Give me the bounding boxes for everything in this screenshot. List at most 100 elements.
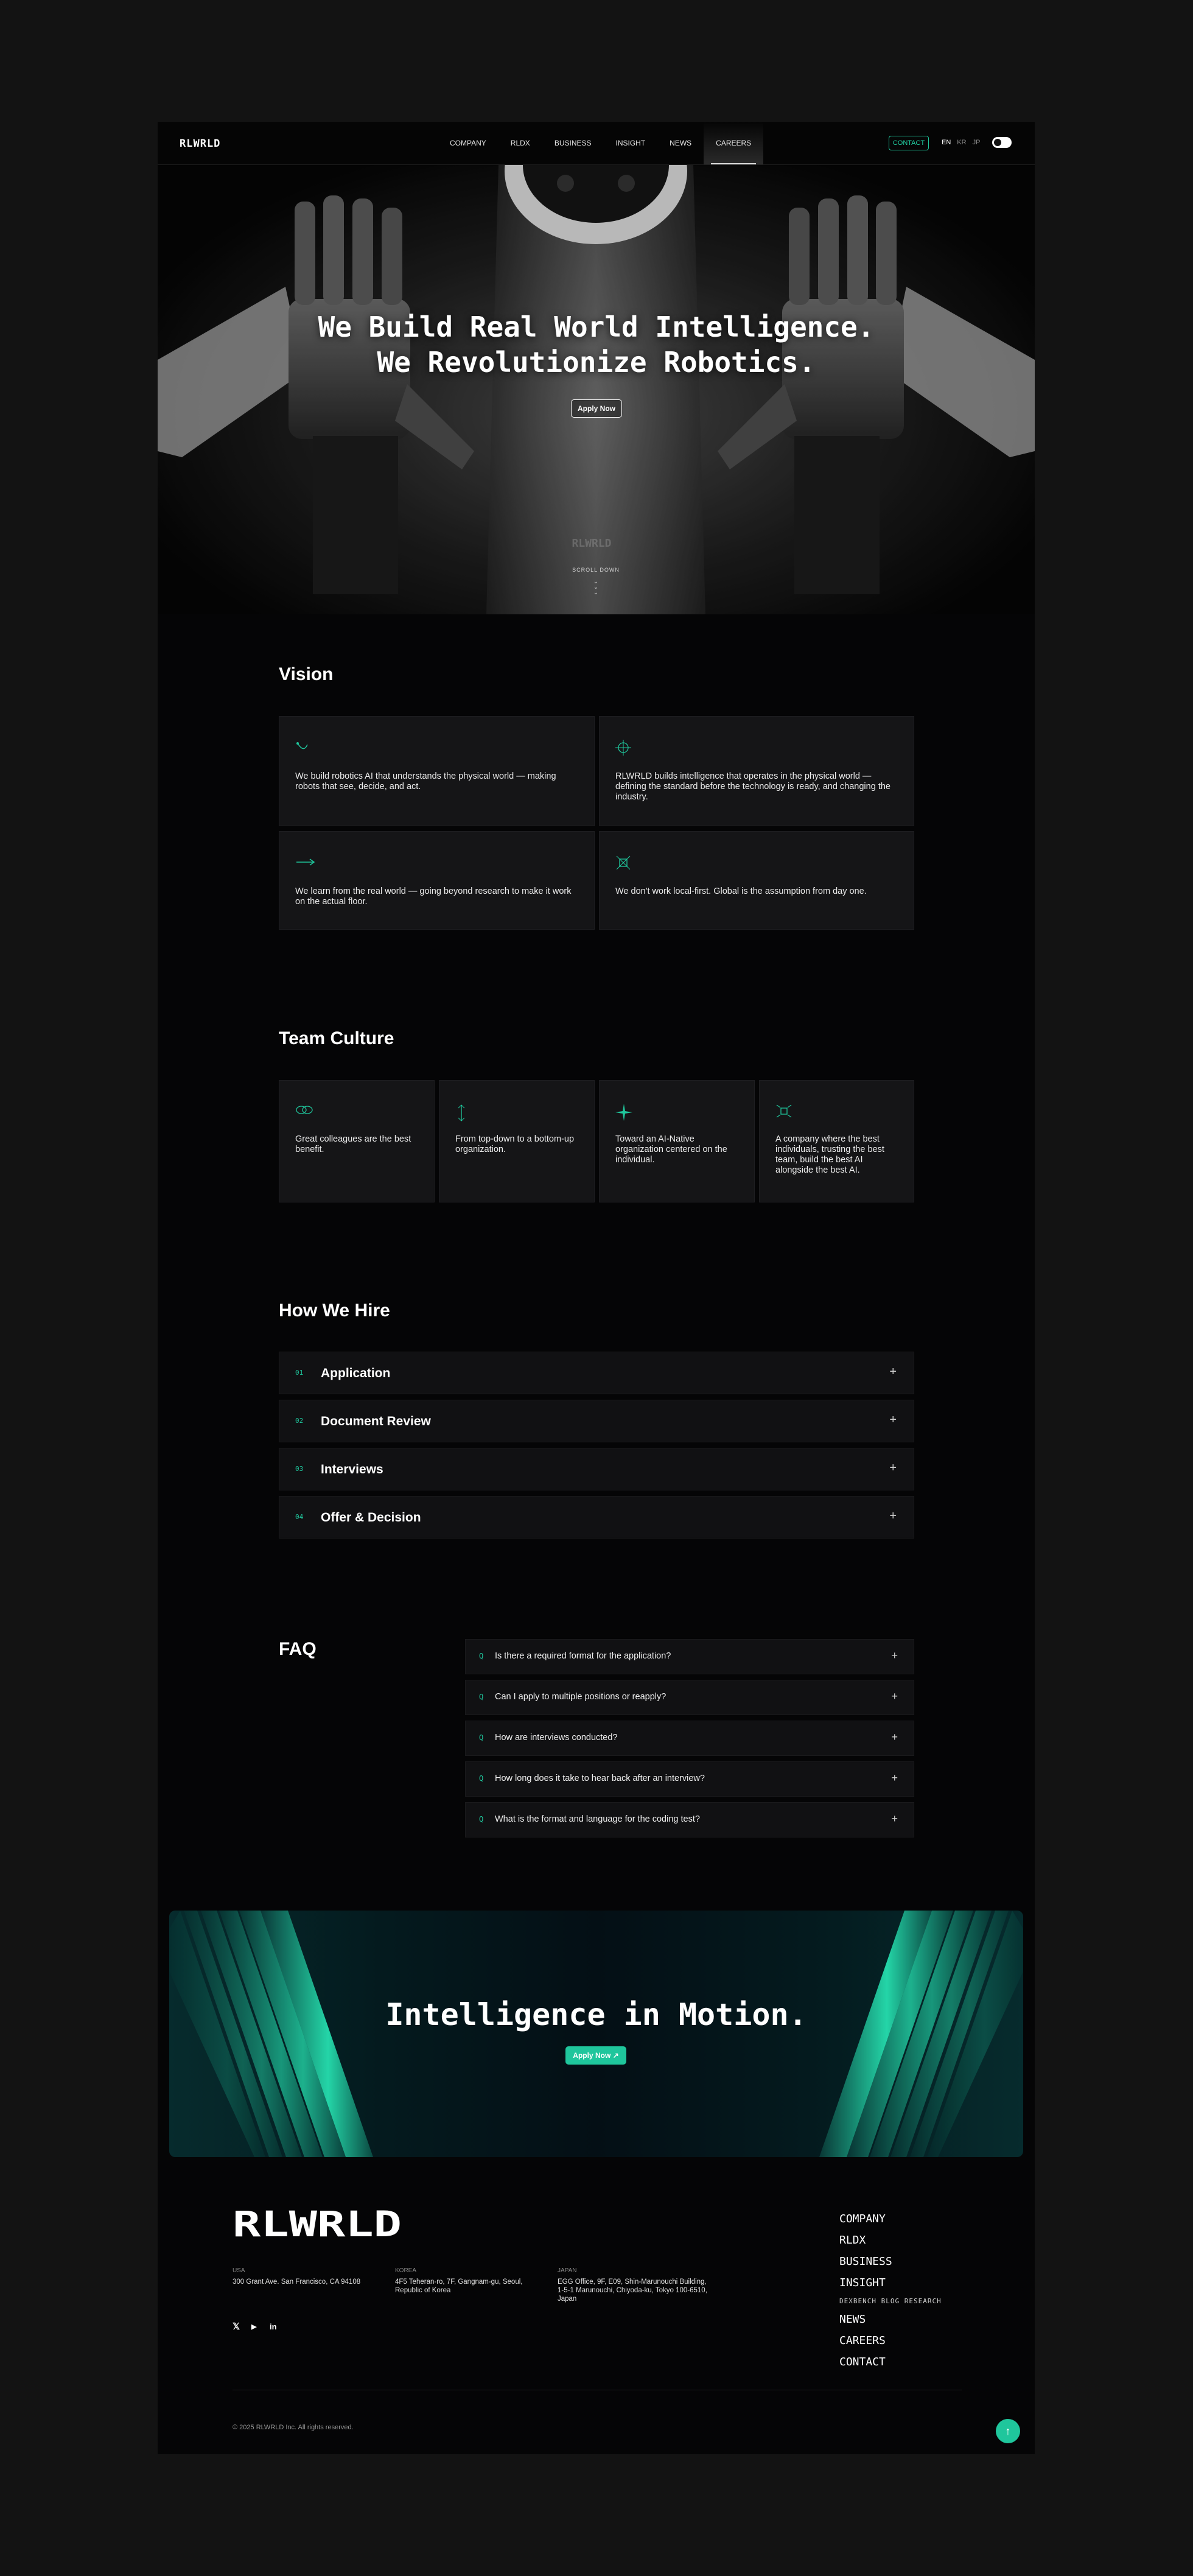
hire-title: How We Hire xyxy=(279,1300,390,1321)
footer-links: COMPANY RLDX BUSINESS INSIGHT DEXBENCH B… xyxy=(839,2211,942,2376)
faq-q-marker: Q xyxy=(479,1693,484,1701)
copyright: © 2025 RLWRLD Inc. All rights reserved. xyxy=(233,2424,354,2431)
faq-item[interactable]: Q Is there a required format for the app… xyxy=(465,1639,914,1674)
x-icon[interactable]: 𝕏 xyxy=(233,2321,240,2332)
contact-button[interactable]: CONTACT xyxy=(889,136,929,150)
plus-icon[interactable]: + xyxy=(891,1772,898,1785)
faq-q-marker: Q xyxy=(479,1652,484,1660)
vision-card: We build robotics AI that understands th… xyxy=(279,716,595,826)
footer-logo[interactable]: RLWRLD xyxy=(233,2209,403,2241)
footer-link-business[interactable]: BUSINESS xyxy=(839,2254,942,2275)
nav-item-insight[interactable]: INSIGHT xyxy=(604,122,658,164)
footer-logo-text: RLWRLD xyxy=(233,2209,402,2241)
footer-link-careers[interactable]: CAREERS xyxy=(839,2333,942,2354)
arrow-right-icon xyxy=(296,858,315,866)
target-icon xyxy=(616,855,631,870)
faq-question: What is the format and language for the … xyxy=(495,1814,700,1824)
footer-link-contact[interactable]: CONTACT xyxy=(839,2354,942,2376)
nav-item-careers[interactable]: CAREERS xyxy=(704,122,764,164)
culture-card: Great colleagues are the best benefit. xyxy=(279,1080,435,1202)
culture-title: Team Culture xyxy=(279,1028,394,1048)
vision-card: We don't work local-first. Global is the… xyxy=(599,831,914,930)
plus-icon[interactable]: + xyxy=(891,1690,898,1703)
vision-card-text: We build robotics AI that understands th… xyxy=(295,771,556,791)
arrow-up-right-icon: ↗ xyxy=(612,2051,619,2060)
crosshair-icon xyxy=(615,740,631,756)
lang-en[interactable]: EN xyxy=(942,139,951,146)
faq-item[interactable]: Q How are interviews conducted? + xyxy=(465,1721,914,1756)
culture-card: A company where the best individuals, tr… xyxy=(759,1080,914,1202)
culture-card-text: Toward an AI-Native organization centere… xyxy=(615,1134,727,1165)
hire-step-number: 02 xyxy=(295,1417,304,1425)
theme-toggle[interactable] xyxy=(992,137,1012,148)
plus-icon[interactable]: + xyxy=(891,1649,898,1662)
hire-step-interviews[interactable]: 03 Interviews + xyxy=(279,1448,914,1490)
culture-card-text: Great colleagues are the best benefit. xyxy=(295,1134,411,1154)
vision-card-text: RLWRLD builds intelligence that operates… xyxy=(615,771,890,802)
footer-link-news[interactable]: NEWS xyxy=(839,2312,942,2333)
chevron-down-icon[interactable]: ⌄ ⌄ ⌄ xyxy=(591,579,601,596)
office-address-usa: 300 Grant Ave. San Francisco, CA 94108 xyxy=(233,2278,361,2286)
cta-banner: Intelligence in Motion. Apply Now ↗ xyxy=(169,1911,1023,2157)
faq-question: Can I apply to multiple positions or rea… xyxy=(495,1692,666,1702)
hire-step-label: Offer & Decision xyxy=(321,1511,421,1525)
faq-item[interactable]: Q What is the format and language for th… xyxy=(465,1802,914,1837)
office-region-korea: KOREA xyxy=(395,2267,417,2274)
hire-step-number: 03 xyxy=(295,1465,304,1473)
hire-step-number: 04 xyxy=(295,1513,304,1521)
logo[interactable]: RLWRLD xyxy=(180,138,220,150)
vision-card-text: We don't work local-first. Global is the… xyxy=(615,886,867,896)
faq-item[interactable]: Q Can I apply to multiple positions or r… xyxy=(465,1680,914,1715)
footer-link-insight-sub[interactable]: DEXBENCH BLOG RESEARCH xyxy=(839,2297,942,2312)
nav-item-rldx[interactable]: RLDX xyxy=(499,122,542,164)
language-switcher: EN KR JP xyxy=(942,139,980,146)
plus-icon[interactable]: + xyxy=(889,1461,897,1475)
vision-card-text: We learn from the real world — going bey… xyxy=(295,886,572,907)
scroll-down-label[interactable]: SCROLL DOWN xyxy=(559,567,632,573)
nav-item-news[interactable]: NEWS xyxy=(657,122,704,164)
plus-icon[interactable]: + xyxy=(891,1731,898,1744)
careers-page: RLWRLD COMPANY RLDX BUSINESS INSIGHT NEW… xyxy=(158,122,1035,2454)
link-icon xyxy=(296,1106,313,1114)
expand-icon xyxy=(776,1104,792,1118)
faq-q-marker: Q xyxy=(479,1774,484,1783)
hire-step-document-review[interactable]: 02 Document Review + xyxy=(279,1400,914,1442)
plus-icon[interactable]: + xyxy=(889,1413,897,1427)
hire-step-number: 01 xyxy=(295,1369,304,1377)
lang-kr[interactable]: KR xyxy=(957,139,966,146)
office-address-korea: 4F5 Teheran-ro, 7F, Gangnam-gu, Seoul, R… xyxy=(395,2278,523,2294)
faq-q-marker: Q xyxy=(479,1733,484,1742)
hire-step-offer[interactable]: 04 Offer & Decision + xyxy=(279,1496,914,1539)
diagonal-stripes-decoration xyxy=(169,1911,1023,2157)
scroll-to-top-button[interactable]: ↑ xyxy=(996,2419,1020,2443)
hero-title-line2: We Revolutionize Robotics. xyxy=(377,346,816,379)
footer-link-insight[interactable]: INSIGHT xyxy=(839,2275,942,2297)
linkedin-icon[interactable]: in xyxy=(270,2322,277,2331)
footer-link-rldx[interactable]: RLDX xyxy=(839,2233,942,2254)
culture-card-text: From top-down to a bottom-up organizatio… xyxy=(455,1134,575,1154)
hire-step-label: Interviews xyxy=(321,1462,383,1476)
footer-link-company[interactable]: COMPANY xyxy=(839,2211,942,2233)
vertical-arrows-icon xyxy=(458,1104,465,1121)
hire-step-label: Document Review xyxy=(321,1414,431,1428)
youtube-icon[interactable]: ▶ xyxy=(251,2323,256,2331)
plus-icon[interactable]: + xyxy=(891,1813,898,1825)
lang-jp[interactable]: JP xyxy=(973,139,981,146)
nav-item-company[interactable]: COMPANY xyxy=(438,122,499,164)
hero-apply-button[interactable]: Apply Now xyxy=(571,399,622,418)
faq-question: Is there a required format for the appli… xyxy=(495,1651,671,1661)
hero-title-line1: We Build Real World Intelligence. xyxy=(318,311,875,343)
faq-question: How are interviews conducted? xyxy=(495,1733,618,1742)
hire-step-application[interactable]: 01 Application + xyxy=(279,1352,914,1394)
faq-title: FAQ xyxy=(279,1639,317,1659)
main-menu: COMPANY RLDX BUSINESS INSIGHT NEWS CAREE… xyxy=(438,122,764,164)
office-region-usa: USA xyxy=(233,2267,245,2274)
cta-apply-button[interactable]: Apply Now ↗ xyxy=(565,2046,626,2065)
plus-icon[interactable]: + xyxy=(889,1509,897,1523)
faq-item[interactable]: Q How long does it take to hear back aft… xyxy=(465,1761,914,1797)
nav-item-business[interactable]: BUSINESS xyxy=(542,122,604,164)
faq-q-marker: Q xyxy=(479,1815,484,1823)
plus-icon[interactable]: + xyxy=(889,1365,897,1379)
culture-card-text: A company where the best individuals, tr… xyxy=(775,1134,884,1175)
top-navigation: RLWRLD COMPANY RLDX BUSINESS INSIGHT NEW… xyxy=(158,122,1035,165)
